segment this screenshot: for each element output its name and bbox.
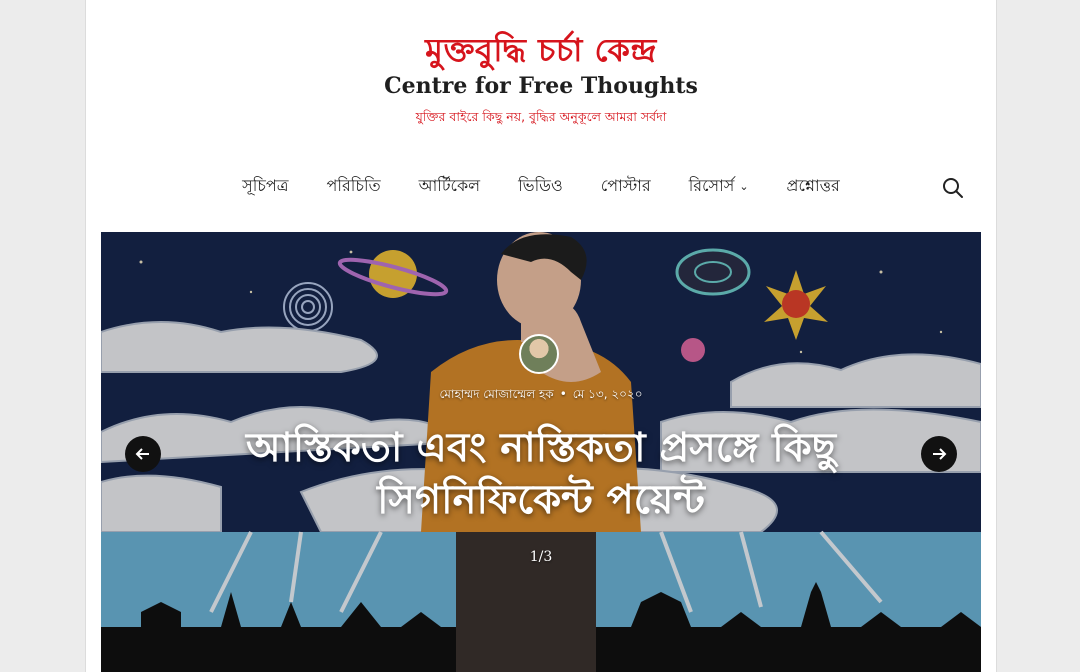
nav-item-resources[interactable]: রিসোর্স ⌄ [670, 172, 768, 200]
search-icon[interactable] [942, 177, 964, 199]
logo-english[interactable]: Centre for Free Thoughts [86, 72, 996, 100]
nav-label: পোস্টার [600, 176, 651, 195]
nav-item-video[interactable]: ভিডিও [499, 172, 582, 200]
author-avatar[interactable] [519, 334, 559, 374]
meta-separator: • [559, 387, 567, 401]
logo-bengali[interactable]: মুক্তবুদ্ধি চর্চা কেন্দ্র [86, 30, 996, 70]
slider-prev-button[interactable] [125, 436, 161, 472]
post-title[interactable]: আস্তিকতা এবং নাস্তিকতা প্রসঙ্গে কিছু সিগ… [191, 422, 891, 526]
nav-label: আর্টিকেল [418, 176, 481, 195]
nav-item-index[interactable]: সূচিপত্র [223, 172, 307, 200]
arrow-right-icon [933, 448, 947, 460]
nav-item-about[interactable]: পরিচিতি [308, 172, 400, 200]
main-nav: সূচিপত্র পরিচিতি আর্টিকেল ভিডিও পোস্টার … [86, 172, 996, 200]
nav-label: রিসোর্স [688, 176, 735, 195]
site-logo[interactable]: মুক্তবুদ্ধি চর্চা কেন্দ্র Centre for Fre… [86, 30, 996, 126]
nav-label: প্রশ্নোত্তর [786, 176, 840, 195]
arrow-left-icon [135, 448, 149, 460]
slide-counter: 1/3 [529, 549, 553, 565]
nav-label: ভিডিও [518, 176, 563, 195]
featured-slider[interactable]: মোহাম্মদ মোজাম্মেল হক • মে ১৩, ২০২০ আস্তিক… [101, 232, 981, 672]
post-date[interactable]: মে ১৩, ২০২০ [573, 387, 643, 401]
chevron-down-icon: ⌄ [739, 180, 749, 193]
post-meta: মোহাম্মদ মোজাম্মেল হক • মে ১৩, ২০২০ [101, 386, 981, 406]
nav-item-poster[interactable]: পোস্টার [582, 172, 670, 200]
nav-item-articles[interactable]: আর্টিকেল [400, 172, 500, 200]
slider-next-button[interactable] [921, 436, 957, 472]
post-author[interactable]: মোহাম্মদ মোজাম্মেল হক [439, 387, 553, 401]
page: মুক্তবুদ্ধি চর্চা কেন্দ্র Centre for Fre… [85, 0, 997, 672]
nav-label: সূচিপত্র [242, 176, 289, 195]
nav-label: পরিচিতি [326, 176, 381, 195]
nav-item-qa[interactable]: প্রশ্নোত্তর [768, 172, 859, 200]
site-tagline: যুক্তির বাইরে কিছু নয়, বুদ্ধির অনুকূলে … [415, 109, 667, 124]
